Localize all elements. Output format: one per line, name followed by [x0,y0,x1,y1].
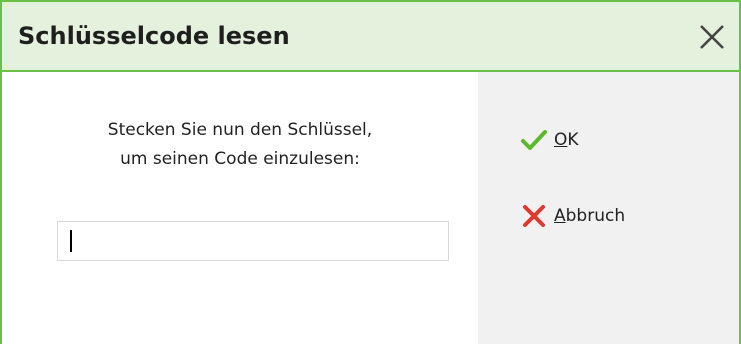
cancel-button[interactable]: Abbruch [520,202,625,230]
ok-mnemonic: O [554,130,568,150]
prompt-line-1: Stecken Sie nun den Schlüssel, [107,120,373,140]
cancel-mnemonic: A [554,206,566,226]
text-caret [70,230,72,252]
cancel-button-label: Abbruch [554,206,625,226]
content-panel: Stecken Sie nun den Schlüssel, um seinen… [2,72,478,344]
cancel-label-rest: bbruch [565,206,626,226]
title-bar: Schlüsselcode lesen [2,2,739,72]
dialog-window: Schlüsselcode lesen Stecken Sie nun den … [0,0,741,344]
ok-button[interactable]: OK [520,126,579,154]
dialog-title: Schlüsselcode lesen [18,22,290,50]
close-icon[interactable] [697,22,727,52]
ok-button-label: OK [554,130,579,150]
button-panel: OK Abbruch [478,72,739,344]
ok-label-rest: K [567,130,579,150]
prompt-line-2: um seinen Code einzulesen: [120,149,360,169]
cross-icon [520,202,548,230]
checkmark-icon [520,126,548,154]
key-code-input[interactable] [57,221,449,261]
